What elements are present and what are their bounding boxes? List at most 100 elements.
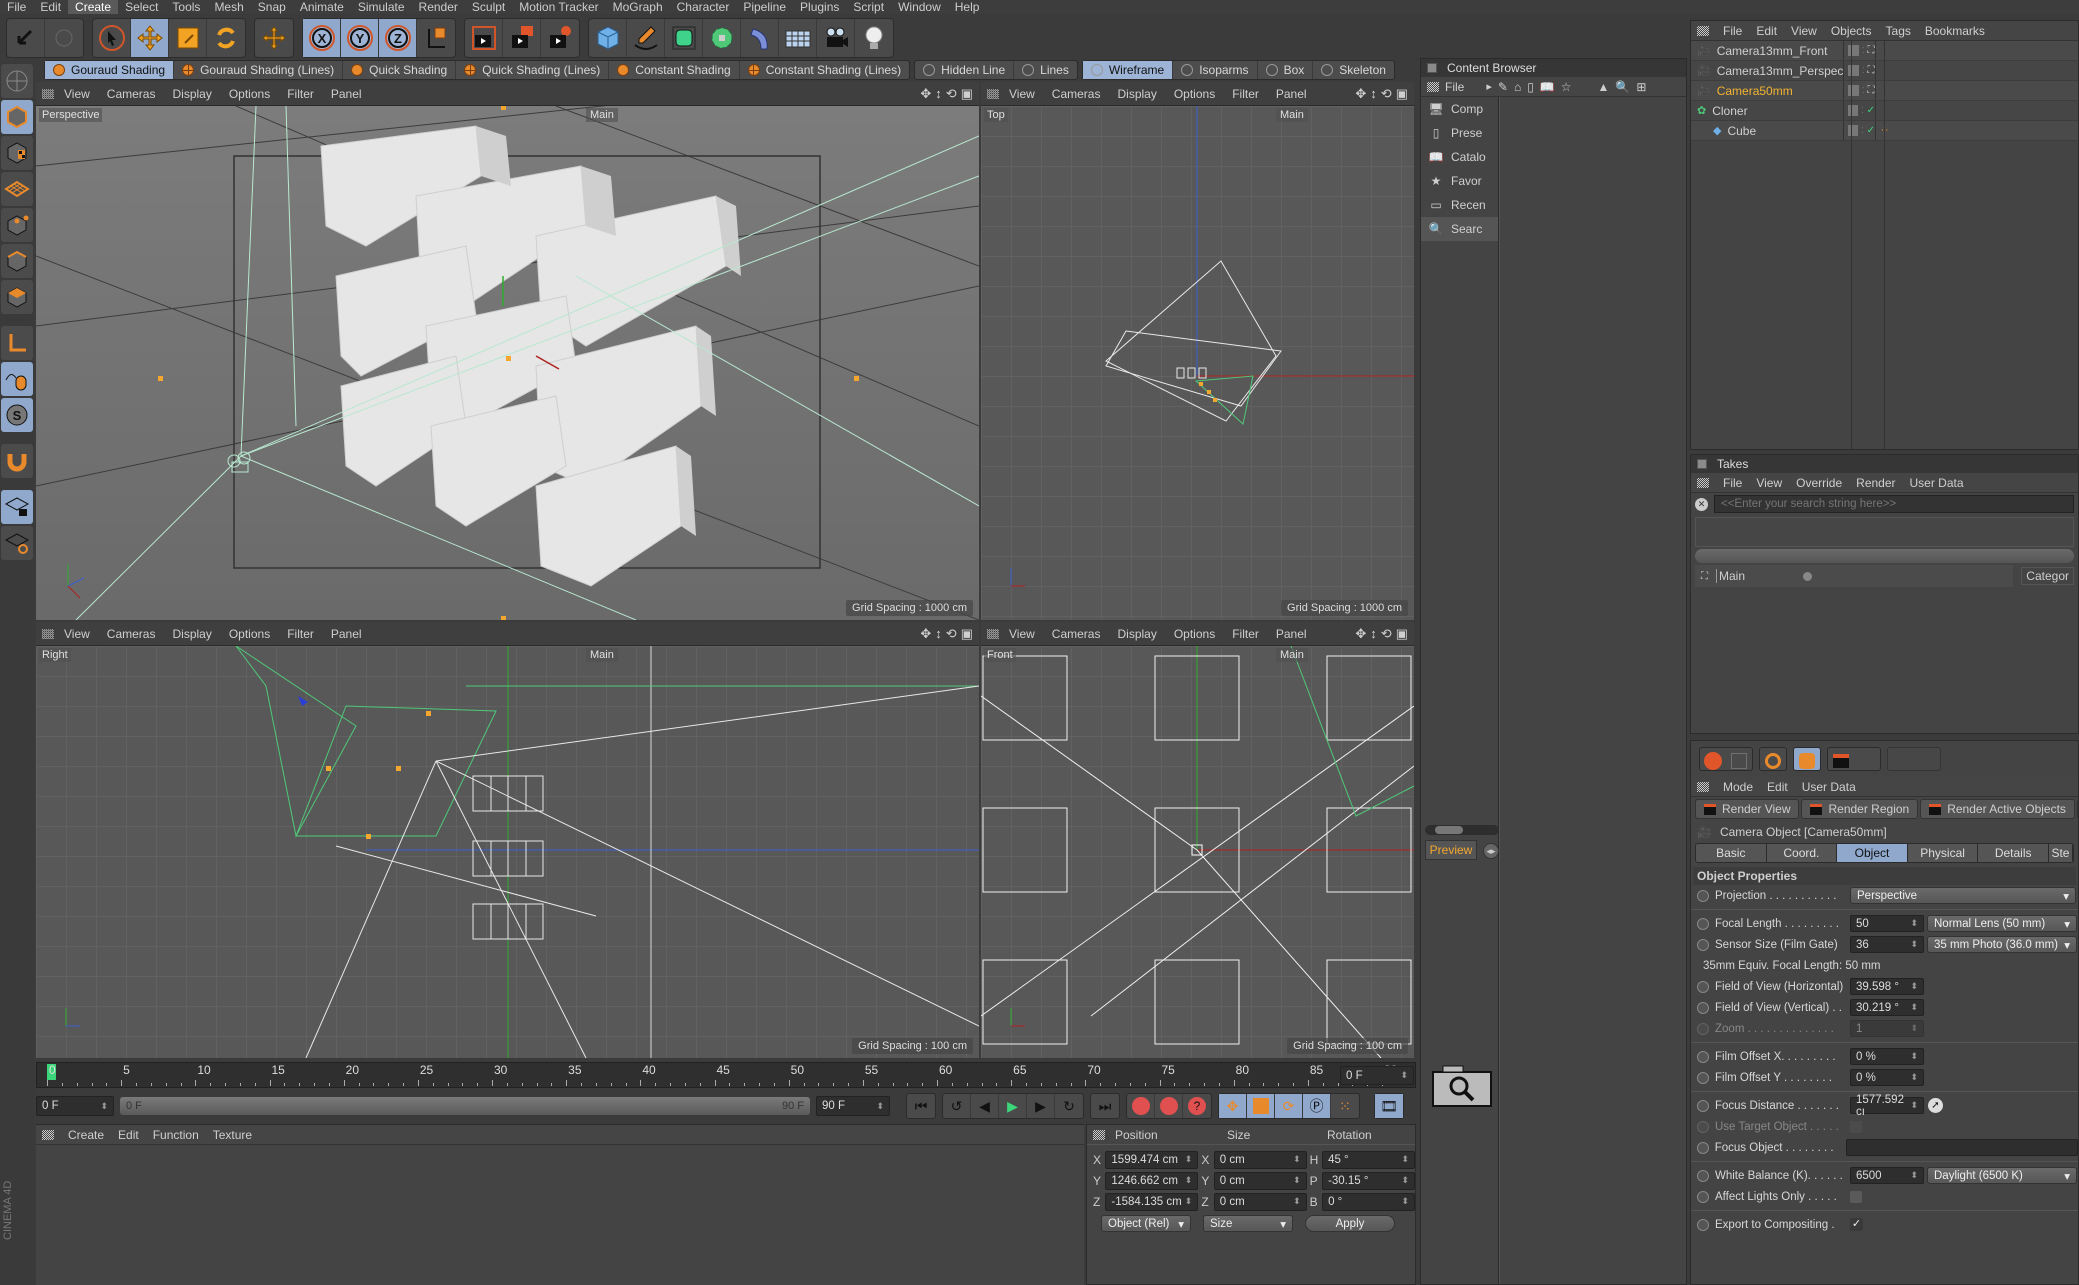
viewport-menu-cameras[interactable]: Cameras	[1052, 87, 1101, 101]
display-box-button[interactable]: Box	[1258, 61, 1314, 79]
end-frame-field[interactable]: 90 F ⬍	[816, 1096, 890, 1116]
export-compositing-checkbox[interactable]: ✓	[1850, 1218, 1863, 1231]
content-tree-item[interactable]: ▭ Recen	[1421, 193, 1498, 217]
menu-simulate[interactable]: Simulate	[351, 0, 412, 14]
menu-pipeline[interactable]: Pipeline	[736, 0, 793, 14]
focal-length-field[interactable]: 50 ⬍	[1850, 915, 1924, 932]
timeline-window-button[interactable]: 🎞	[1375, 1094, 1403, 1118]
render-button-render-active-objects[interactable]: Render Active Objects	[1920, 799, 2075, 819]
model-mode-button[interactable]	[1, 100, 33, 134]
panel-grip[interactable]	[1697, 477, 1709, 488]
undo-button[interactable]	[7, 19, 45, 57]
projection-dropdown[interactable]: Perspective ▾	[1850, 887, 2076, 904]
override-group-button[interactable]	[1794, 748, 1820, 774]
tweak-mode-button[interactable]	[1, 362, 33, 396]
current-frame-field[interactable]: 0 F ⬍	[1340, 1066, 1414, 1085]
render-button-render-view[interactable]: Render View	[1695, 799, 1800, 819]
display-gouraud-shading-button[interactable]: Gouraud Shading	[45, 61, 175, 79]
rotation-field[interactable]: -30.15 ° ⬍	[1322, 1171, 1415, 1190]
cube-button[interactable]	[589, 19, 627, 57]
menu-override[interactable]: Override	[1796, 476, 1842, 490]
content-tree-item[interactable]: 📖 Catalo	[1421, 145, 1498, 169]
menu-file[interactable]: File	[1445, 80, 1464, 94]
viewport-menu-filter[interactable]: Filter	[1232, 87, 1259, 101]
anim-key-radio[interactable]	[1697, 1169, 1709, 1182]
texture-mode-button[interactable]	[1, 136, 33, 170]
menu-user-data[interactable]: User Data	[1802, 780, 1856, 794]
tab-object[interactable]: Object	[1837, 844, 1908, 862]
play-button[interactable]: ▶	[999, 1094, 1027, 1118]
object-name[interactable]: Cloner	[1712, 104, 1747, 118]
menu-snap[interactable]: Snap	[251, 0, 293, 14]
toggle-layout-icon[interactable]: ▣	[961, 86, 973, 102]
autokey-button[interactable]	[1155, 1094, 1183, 1118]
key-scale-button[interactable]	[1247, 1094, 1275, 1118]
toggle-layout-icon[interactable]: ▣	[1396, 626, 1408, 642]
pick-distance-icon[interactable]: ➚	[1928, 1098, 1943, 1113]
focus-object-link[interactable]	[1846, 1139, 2078, 1156]
viewport-menu-cameras[interactable]: Cameras	[107, 627, 156, 641]
viewport-menu-display[interactable]: Display	[1117, 87, 1156, 101]
next-frame-button[interactable]: ▶	[1027, 1094, 1055, 1118]
display-quick-shading-lines-button[interactable]: Quick Shading (Lines)	[456, 61, 610, 79]
move-button[interactable]	[131, 19, 169, 57]
content-tree-item[interactable]: ★ Favor	[1421, 169, 1498, 193]
preset-icon[interactable]: ▯	[1527, 80, 1534, 94]
key-position-button[interactable]: ✥	[1219, 1094, 1247, 1118]
panel-grip[interactable]	[1093, 1129, 1105, 1140]
viewport-menu-options[interactable]: Options	[229, 627, 270, 641]
y-axis-lock-button[interactable]: Y	[341, 19, 379, 57]
auto-take-button[interactable]	[1760, 748, 1786, 774]
viewport-menu-display[interactable]: Display	[172, 87, 211, 101]
viewport-perspective[interactable]: View Cameras Display Options Filter Panel ✥ ↕ ⟲ ▣	[36, 82, 979, 620]
take-search-input[interactable]	[1714, 495, 2074, 513]
render-button-r[interactable]: R	[2076, 799, 2078, 819]
viewport-menu-panel[interactable]: Panel	[331, 87, 362, 101]
menu-file[interactable]: File	[1723, 476, 1742, 490]
go-to-start-button[interactable]: ⏮	[907, 1094, 935, 1118]
menu-function[interactable]: Function	[153, 1128, 199, 1142]
menu-file[interactable]: File	[0, 0, 33, 14]
take-main[interactable]: Main	[1716, 569, 1745, 583]
object-name[interactable]: Camera13mm_Front	[1717, 44, 1828, 58]
viewport-menu-view[interactable]: View	[64, 87, 90, 101]
viewport-menu-panel[interactable]: Panel	[1276, 87, 1307, 101]
timeline-ruler[interactable]: 051015202530354045505560657075808590	[36, 1062, 1416, 1088]
panel-grip[interactable]	[1427, 81, 1439, 92]
render-take-button[interactable]	[1828, 748, 1854, 774]
sensor-size-field[interactable]: 36 ⬍	[1850, 936, 1924, 953]
menu-script[interactable]: Script	[846, 0, 891, 14]
toggle-layout-icon[interactable]: ▣	[1396, 86, 1408, 102]
panel-grip[interactable]	[987, 628, 999, 639]
anim-key-radio[interactable]	[1697, 980, 1709, 993]
rotation-field[interactable]: 0 ° ⬍	[1322, 1192, 1415, 1211]
take-scrollbar[interactable]	[1695, 549, 2074, 563]
visibility-dots-icon[interactable]: ⁚	[1862, 86, 1865, 95]
viewport-menu-panel[interactable]: Panel	[331, 627, 362, 641]
coordinate-system-button[interactable]	[417, 19, 455, 57]
menu-plugins[interactable]: Plugins	[793, 0, 846, 14]
display-lines-button[interactable]: Lines	[1014, 61, 1077, 79]
menu-tags[interactable]: Tags	[1886, 24, 1911, 38]
visibility-dots-icon[interactable]: ⁚	[1861, 106, 1864, 115]
search-icon[interactable]: 🔍	[1615, 80, 1630, 94]
enabled-check-icon[interactable]: ✓	[1867, 125, 1875, 136]
floor-button[interactable]	[779, 19, 817, 57]
layer-icon[interactable]	[1848, 85, 1859, 96]
pan-icon[interactable]: ✥	[920, 86, 931, 102]
panel-grip[interactable]	[42, 88, 54, 99]
coord-mode-dropdown[interactable]: Object (Rel) ▾	[1101, 1215, 1191, 1232]
menu-edit[interactable]: Edit	[33, 0, 68, 14]
camera-button[interactable]	[817, 19, 855, 57]
anim-key-radio[interactable]	[1697, 1071, 1709, 1084]
pan-icon[interactable]: ✥	[920, 626, 931, 642]
subdivision-button[interactable]	[665, 19, 703, 57]
panel-grip[interactable]	[1697, 25, 1709, 36]
menu-edit[interactable]: Edit	[1767, 780, 1788, 794]
polygons-mode-button[interactable]	[1, 280, 33, 314]
rotation-field[interactable]: 45 ° ⬍	[1322, 1150, 1415, 1169]
keyframe-selection-button[interactable]: ?	[1183, 1094, 1211, 1118]
tab-ste[interactable]: Ste	[2048, 844, 2073, 862]
edges-mode-button[interactable]	[1, 244, 33, 278]
tab-coord[interactable]: Coord.	[1766, 844, 1838, 862]
